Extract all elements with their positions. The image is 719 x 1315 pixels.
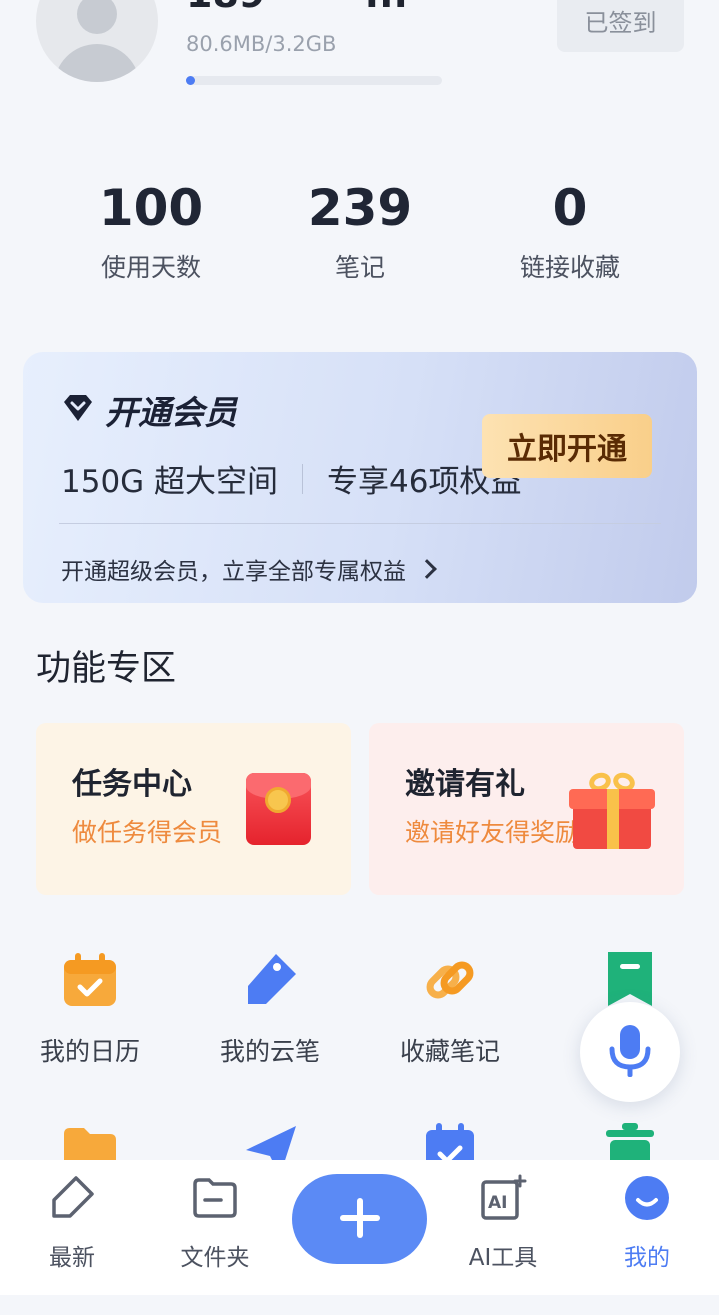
promo-title: 邀请有礼 <box>405 767 525 802</box>
nav-label: 最新 <box>49 1245 95 1271</box>
calendar-icon <box>60 950 120 1010</box>
vip-features: 150G 超大空间 专享46项权益 <box>61 456 522 501</box>
microphone-icon <box>608 1023 652 1082</box>
bookmark-icon <box>600 950 660 1010</box>
gift-box-icon <box>569 769 655 849</box>
stat-value: 100 <box>98 179 204 237</box>
divider <box>59 523 661 524</box>
nav-label: 文件夹 <box>180 1245 250 1271</box>
signin-button[interactable]: 已签到 <box>557 0 684 52</box>
section-title: 功能专区 <box>36 649 177 689</box>
nav-item-ai-tools[interactable]: AI AI工具 <box>448 1174 558 1272</box>
storage-usage-text: 80.6MB/3.2GB <box>186 32 337 56</box>
stat-value: 0 <box>552 179 588 237</box>
task-center-card[interactable]: 任务中心 做任务得会员 <box>36 723 351 895</box>
vip-subtitle: 开通超级会员，立享全部专属权益 <box>61 559 406 585</box>
voice-input-button[interactable] <box>580 1002 680 1102</box>
vip-title-row: 开通会员 <box>61 386 237 434</box>
note-icon <box>48 1174 96 1222</box>
divider <box>302 463 304 494</box>
tool-label: 我的日历 <box>39 1037 140 1066</box>
stat-usage-days[interactable]: 100 使用天数 <box>51 180 251 284</box>
promo-title: 任务中心 <box>72 767 192 802</box>
promo-subtitle: 做任务得会员 <box>72 818 223 847</box>
link-icon <box>420 950 480 1010</box>
tool-label: 收藏笔记 <box>399 1037 500 1066</box>
avatar[interactable] <box>36 0 158 82</box>
diamond-icon <box>61 393 95 427</box>
nav-item-me[interactable]: 我的 <box>592 1174 702 1272</box>
system-nav-bar <box>0 1295 719 1315</box>
avatar-body-shape <box>54 44 140 82</box>
nav-label: 我的 <box>624 1245 670 1271</box>
stat-label: 笔记 <box>334 253 385 282</box>
stat-link-favorites[interactable]: 0 链接收藏 <box>470 180 670 284</box>
tool-favorite-notes[interactable]: 收藏笔记 <box>370 950 530 1068</box>
tool-my-cloud-pen[interactable]: 我的云笔 <box>190 950 350 1068</box>
chevron-right-icon <box>417 559 437 579</box>
stat-label: 链接收藏 <box>519 253 620 282</box>
vip-open-button[interactable]: 立即开通 <box>482 414 652 478</box>
vip-title: 开通会员 <box>105 393 237 432</box>
storage-progress-fill <box>186 76 195 85</box>
tool-label: 我的云笔 <box>219 1037 320 1066</box>
bottom-nav: 最新 文件夹 AI AI工具 我的 <box>0 1160 719 1295</box>
tool-my-calendar[interactable]: 我的日历 <box>10 950 170 1068</box>
nav-item-latest[interactable]: 最新 <box>17 1174 127 1272</box>
username[interactable]: 189*****... <box>186 0 408 16</box>
avatar-head-shape <box>77 0 117 34</box>
vip-feature-storage: 150G 超大空间 <box>61 464 279 500</box>
plus-icon <box>337 1195 383 1244</box>
stat-notes[interactable]: 239 笔记 <box>260 180 460 284</box>
red-envelope-icon <box>246 773 311 845</box>
pen-icon <box>240 950 300 1010</box>
svg-text:AI: AI <box>488 1193 507 1213</box>
nav-label: AI工具 <box>468 1245 538 1271</box>
stat-value: 239 <box>307 179 413 237</box>
storage-progress-bar <box>186 76 442 85</box>
stat-label: 使用天数 <box>100 253 201 282</box>
promo-subtitle: 邀请好友得奖励 <box>405 818 581 847</box>
add-note-button[interactable] <box>292 1174 427 1264</box>
me-icon <box>623 1174 671 1222</box>
ai-tool-icon: AI <box>479 1174 527 1222</box>
vip-card[interactable]: 开通会员 150G 超大空间 专享46项权益 立即开通 开通超级会员，立享全部专… <box>23 352 697 603</box>
vip-subtitle-link[interactable]: 开通超级会员，立享全部专属权益 <box>61 552 437 586</box>
folder-icon <box>191 1174 239 1222</box>
invite-card[interactable]: 邀请有礼 邀请好友得奖励 <box>369 723 684 895</box>
nav-item-folder[interactable]: 文件夹 <box>160 1174 270 1272</box>
